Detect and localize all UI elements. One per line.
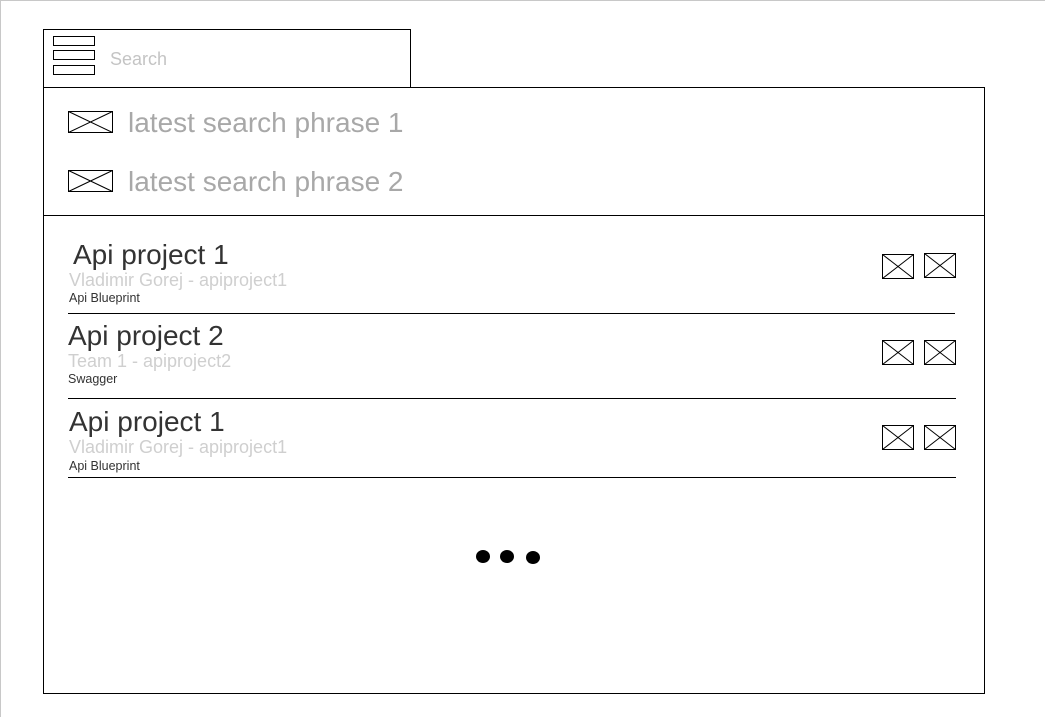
action-placeholder-icon[interactable]	[924, 340, 956, 365]
project-list-item[interactable]: Api project 1 Vladimir Gorej - apiprojec…	[68, 236, 956, 314]
image-placeholder-icon	[68, 170, 113, 192]
project-type: Api Blueprint	[69, 459, 140, 473]
project-title: Api project 1	[73, 239, 229, 270]
project-type: Swagger	[68, 372, 118, 386]
ellipsis-dot	[476, 550, 490, 563]
project-list-item[interactable]: Api project 1 Vladimir Gorej - apiprojec…	[68, 403, 956, 479]
canvas-top-border	[0, 0, 1045, 1]
menu-bar	[53, 65, 95, 75]
hamburger-menu-icon[interactable]	[53, 36, 97, 78]
ellipsis-dot	[526, 551, 540, 564]
project-type: Api Blueprint	[69, 291, 140, 305]
project-subtitle: Team 1 - apiproject2	[68, 351, 232, 371]
project-subtitle: Vladimir Gorej - apiproject1	[69, 437, 288, 457]
action-placeholder-icon[interactable]	[882, 425, 914, 450]
loading-ellipsis-icon[interactable]	[475, 549, 545, 565]
project-subtitle: Vladimir Gorej - apiproject1	[69, 270, 288, 290]
action-placeholder-icon[interactable]	[882, 340, 914, 365]
search-bar	[43, 29, 411, 87]
canvas-left-border	[0, 0, 1, 717]
action-placeholder-icon[interactable]	[924, 253, 956, 278]
row-divider	[68, 313, 955, 314]
divider	[44, 215, 984, 216]
image-placeholder-icon	[68, 111, 113, 133]
recent-search-label: latest search phrase 1	[128, 107, 404, 138]
menu-bar	[53, 36, 95, 46]
search-results-panel: latest search phrase 1 latest search phr…	[43, 87, 985, 694]
recent-search-label: latest search phrase 2	[128, 166, 404, 197]
action-placeholder-icon[interactable]	[924, 425, 956, 450]
recent-search-item[interactable]: latest search phrase 2	[68, 166, 428, 200]
row-divider	[68, 398, 956, 399]
project-list-item[interactable]: Api project 2 Team 1 - apiproject2 Swagg…	[68, 319, 956, 399]
search-input[interactable]	[110, 46, 400, 72]
recent-search-item[interactable]: latest search phrase 1	[68, 107, 428, 141]
project-title: Api project 2	[68, 320, 224, 351]
action-placeholder-icon[interactable]	[882, 254, 914, 279]
ellipsis-dot	[500, 550, 514, 563]
row-divider	[68, 477, 956, 478]
menu-bar	[53, 50, 95, 60]
project-title: Api project 1	[69, 406, 225, 437]
